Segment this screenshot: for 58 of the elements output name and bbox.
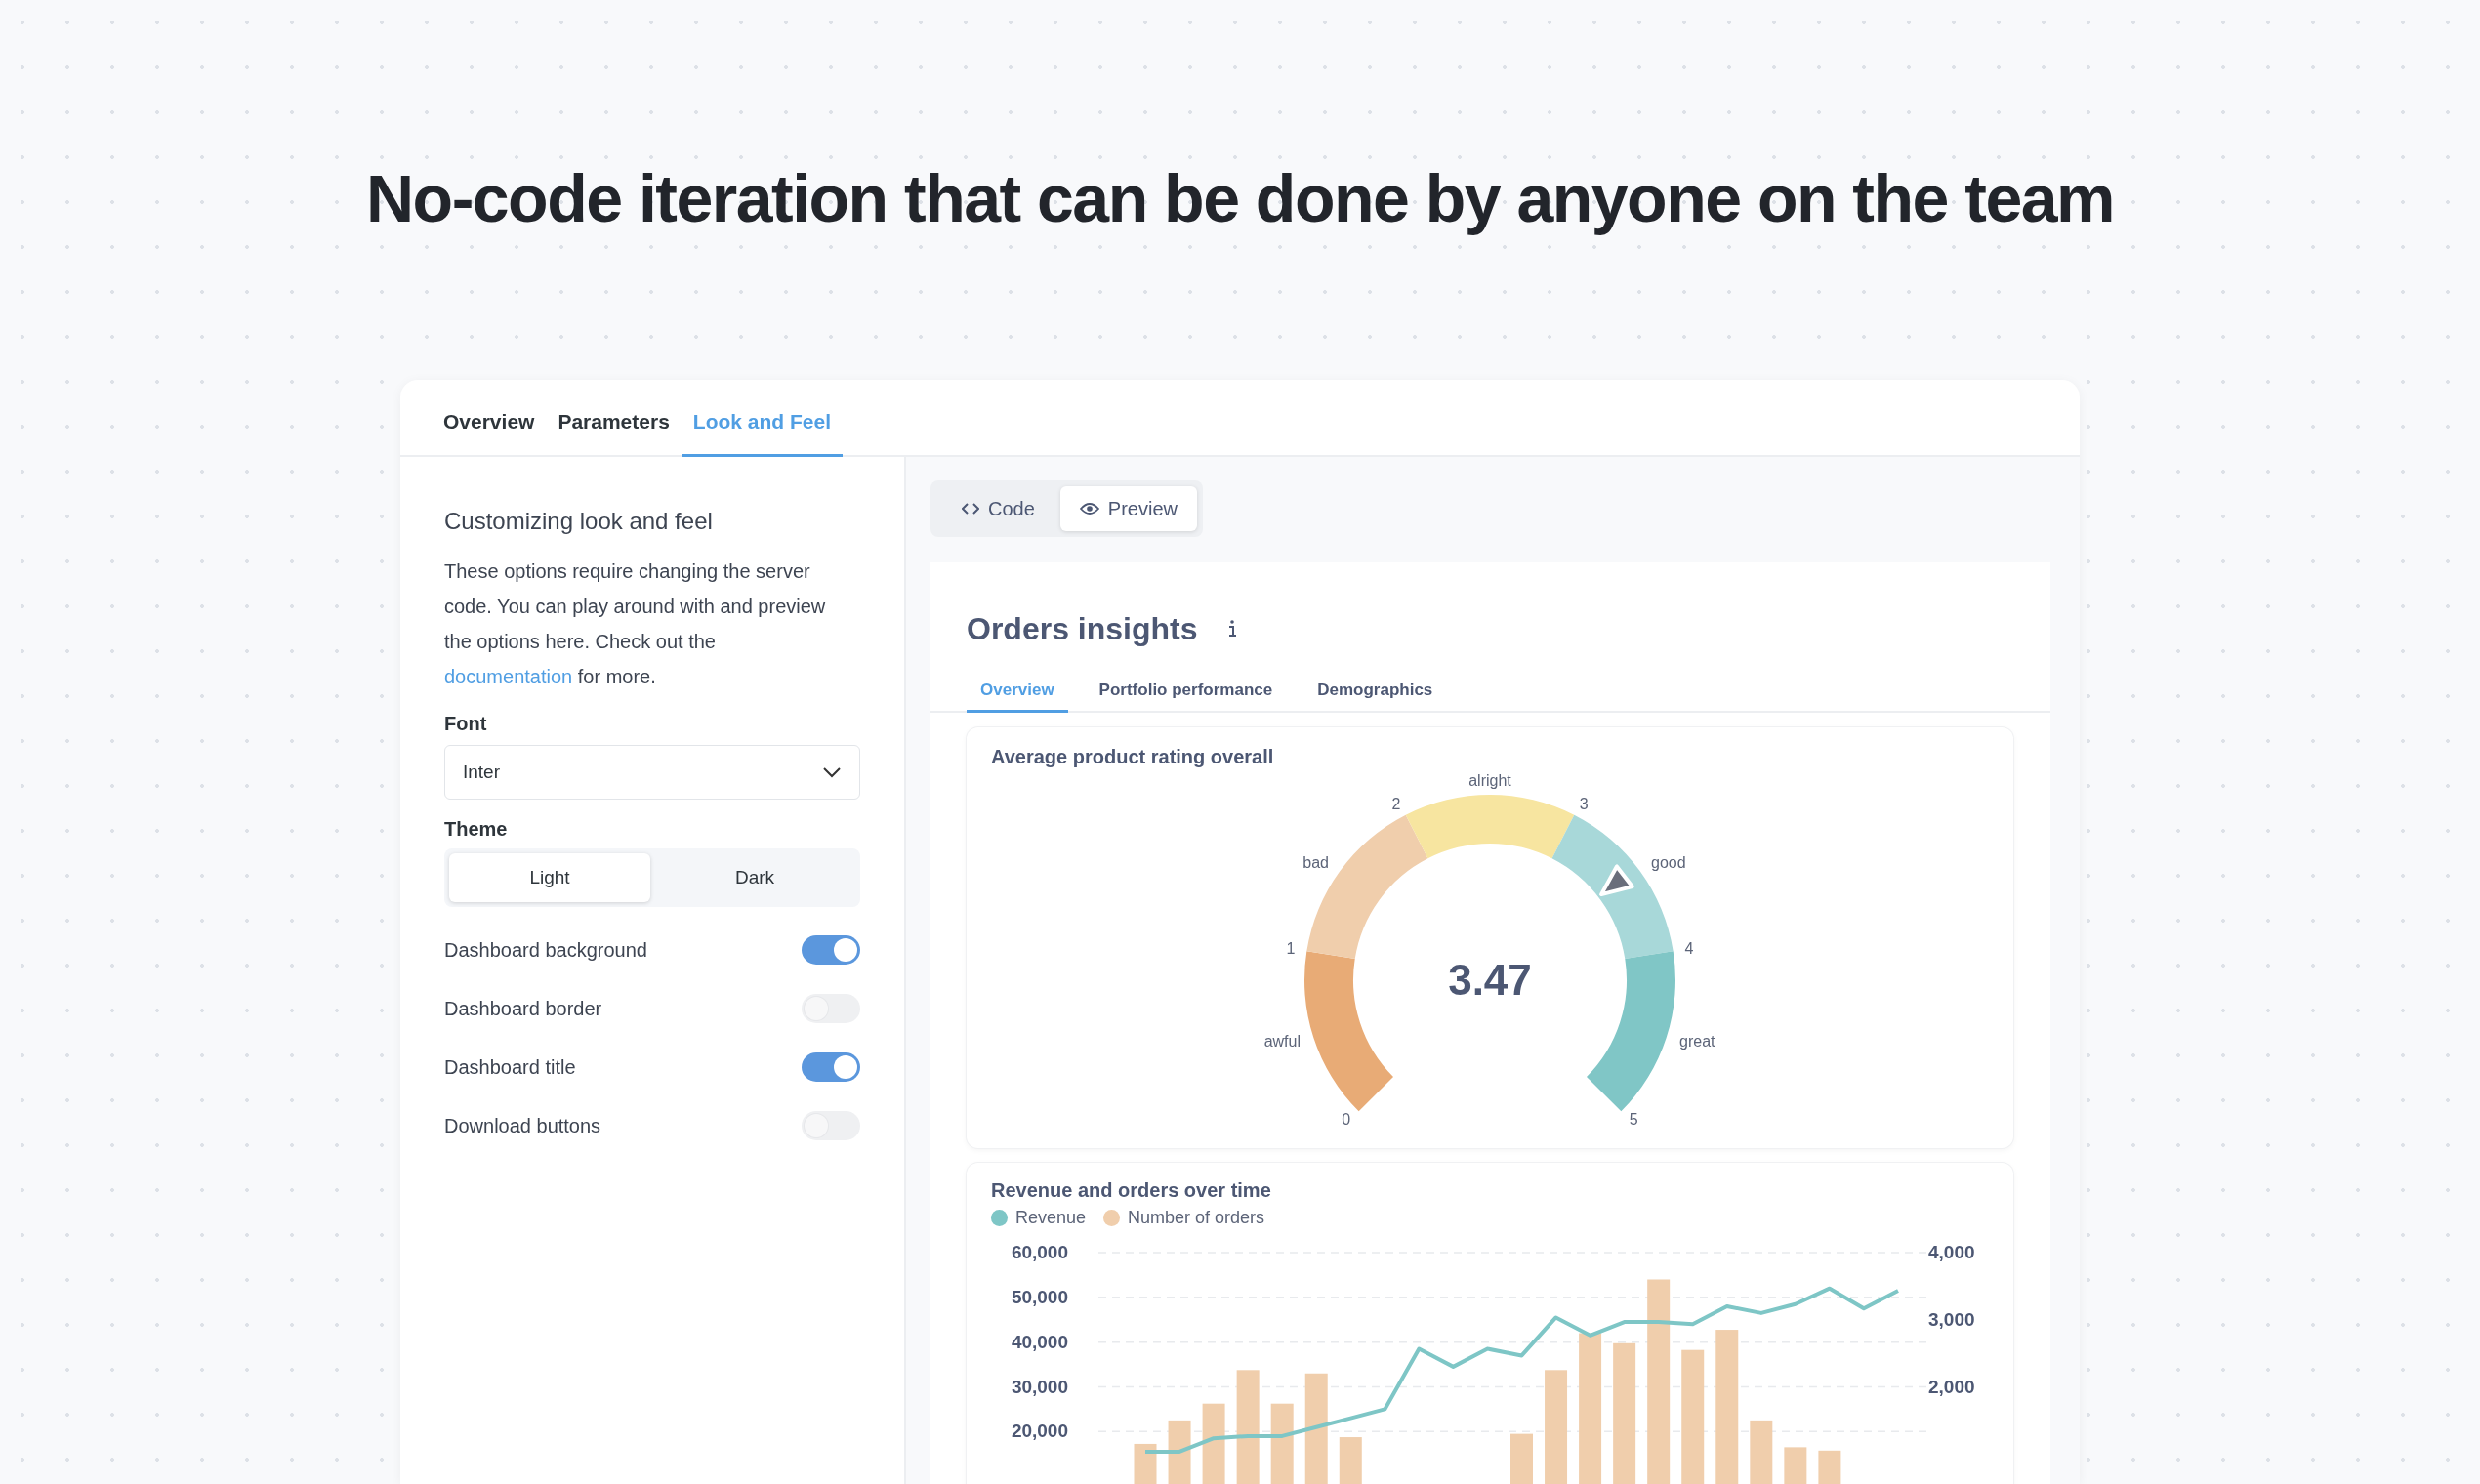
segment-label: alright — [1468, 772, 1511, 789]
bar — [1750, 1420, 1773, 1484]
field-label: Font — [444, 712, 488, 736]
toggle-switch[interactable] — [802, 935, 860, 965]
dashboard-tab[interactable]: Demographics — [1303, 670, 1447, 713]
tick-label: 2 — [1391, 796, 1401, 812]
axis-label: 2,000 — [1928, 1376, 1975, 1397]
toggle-label: Dashboard border — [444, 997, 602, 1020]
tick-label: 0 — [1342, 1110, 1351, 1128]
tab[interactable]: Overview — [432, 380, 547, 457]
toggle-switch[interactable] — [802, 994, 860, 1023]
toggle-label: Dashboard background — [444, 938, 647, 962]
chevron-icon — [822, 766, 842, 778]
tick-label: 1 — [1286, 940, 1296, 958]
axis-label: 20,000 — [1011, 1421, 1068, 1442]
view-button[interactable]: Preview — [1059, 486, 1197, 531]
axis-label: 60,000 — [1011, 1242, 1068, 1262]
info-icon[interactable] — [1226, 619, 1237, 639]
tick-label: 4 — [1684, 940, 1694, 958]
gauge-value: 3.47 — [1448, 956, 1532, 1004]
card-title: Revenue and orders over time — [991, 1178, 1272, 1203]
code-icon — [962, 502, 979, 515]
dashboard-title: Orders insights — [967, 610, 1198, 648]
axis-label: 4,000 — [1928, 1242, 1975, 1262]
toggle-label: Dashboard title — [444, 1055, 576, 1079]
bar — [1339, 1437, 1362, 1484]
bar — [1818, 1450, 1841, 1484]
font-select[interactable]: Inter — [444, 745, 860, 800]
section-title: Customizing look and feel — [444, 507, 714, 536]
axis-label: 40,000 — [1011, 1331, 1068, 1352]
axis-label: 50,000 — [1011, 1286, 1068, 1307]
view-button[interactable]: Code — [942, 486, 1054, 531]
segment-label: great — [1679, 1033, 1715, 1051]
segment-label: good — [1651, 854, 1686, 872]
eye-icon — [1079, 502, 1099, 515]
legend-label: Revenue — [1015, 1208, 1087, 1228]
theme-option[interactable]: Dark — [654, 853, 855, 902]
bar — [1784, 1447, 1807, 1484]
dashboard-tab[interactable]: Portfolio performance — [1085, 670, 1287, 713]
toggle-switch[interactable] — [802, 1052, 860, 1082]
headline: No-code iteration that can be done by anyone on the team — [366, 160, 2114, 237]
toggle-switch[interactable] — [802, 1111, 860, 1140]
axis-label: 3,000 — [1928, 1308, 1975, 1330]
toggle-label: Download buttons — [444, 1114, 601, 1137]
theme-option[interactable]: Light — [449, 853, 650, 902]
bar — [1510, 1433, 1533, 1484]
bar — [1134, 1443, 1157, 1484]
tick-label: 3 — [1579, 796, 1589, 812]
description: These options require changing the server code. You can play around with and preview the options here. Check out the documentation for more. — [444, 559, 827, 689]
axis-label: 30,000 — [1011, 1376, 1068, 1397]
bar — [1168, 1420, 1191, 1484]
tick-label: 5 — [1629, 1110, 1638, 1128]
segment-label: bad — [1302, 854, 1329, 872]
card-title: Average product rating overall — [991, 745, 1275, 769]
field-label: Theme — [444, 817, 509, 842]
tab[interactable]: Parameters — [546, 380, 682, 457]
legend-label: Number of orders — [1128, 1208, 1265, 1228]
segment-label: awful — [1263, 1033, 1301, 1051]
